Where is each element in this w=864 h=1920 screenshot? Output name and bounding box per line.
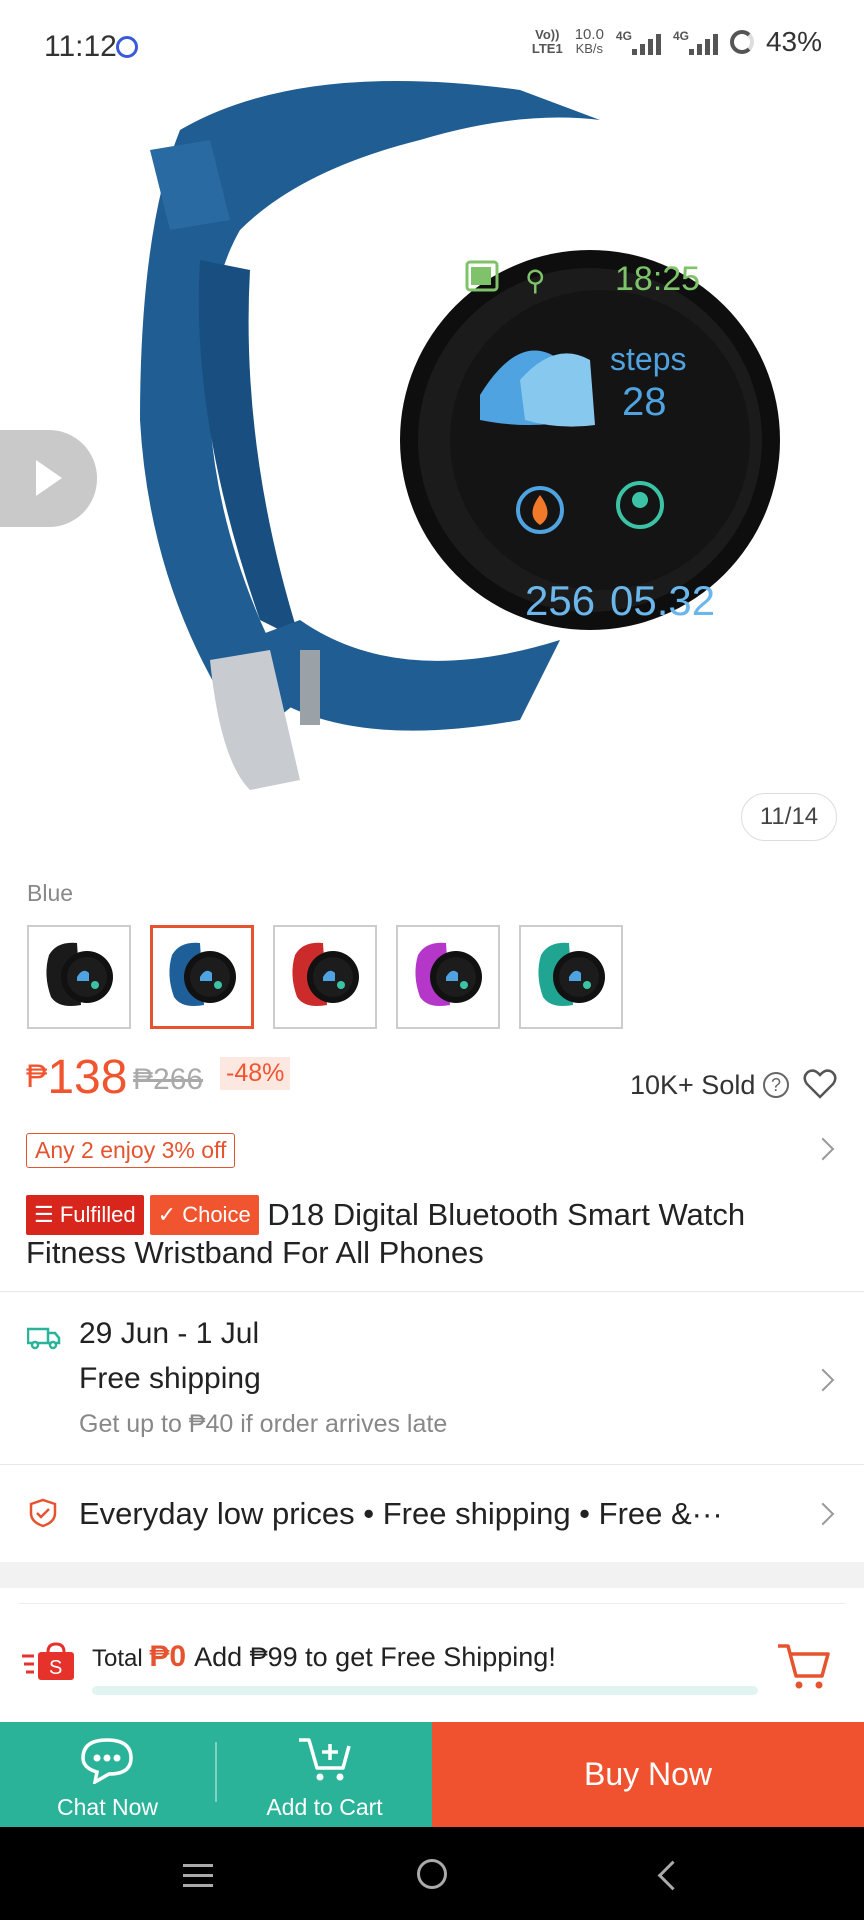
discount-badge: -48% bbox=[220, 1057, 291, 1090]
late-delivery-note: Get up to ₱40 if order arrives late bbox=[79, 1410, 448, 1438]
cart-total: Total ₱0 Add ₱99 to get Free Shipping! bbox=[92, 1640, 556, 1673]
add-to-cart-button[interactable]: Add to Cart bbox=[217, 1722, 432, 1827]
product-image[interactable]: ⚲ 18:25 steps 28 256 05.32 bbox=[0, 60, 864, 850]
image-counter: 11/14 bbox=[741, 793, 837, 841]
guarantee-row[interactable]: Everyday low prices • Free shipping • Fr… bbox=[79, 1496, 809, 1532]
promo-tag[interactable]: Any 2 enjoy 3% off bbox=[26, 1133, 236, 1168]
variant-thumbnail[interactable] bbox=[273, 925, 377, 1029]
guarantee-chevron-icon bbox=[811, 1502, 835, 1526]
shipping-chevron-icon[interactable] bbox=[811, 1368, 835, 1392]
watch-value-2: 05.32 bbox=[610, 577, 715, 624]
sold-count: 10K+ Sold bbox=[630, 1070, 756, 1100]
recent-apps-button[interactable] bbox=[183, 1864, 213, 1887]
status-indicators: Vo)) LTE1 10.0 KB/s 4G 4G 43% bbox=[532, 26, 822, 58]
watch-steps: 28 bbox=[622, 380, 667, 424]
choice-badge: ✓ Choice bbox=[149, 1195, 259, 1235]
watch-thumbnail-icon bbox=[169, 942, 236, 1006]
current-price: ₱138 bbox=[26, 1051, 128, 1104]
home-button[interactable] bbox=[417, 1859, 447, 1889]
watch-thumbnail-icon bbox=[538, 942, 605, 1006]
battery-icon bbox=[729, 30, 754, 54]
delivery-date: 29 Jun - 1 Jul bbox=[79, 1317, 260, 1350]
divider bbox=[18, 1603, 846, 1604]
add-to-cart-label: Add to Cart bbox=[266, 1794, 383, 1820]
svg-text:⚲: ⚲ bbox=[525, 264, 546, 297]
watch-time: 18:25 bbox=[615, 260, 700, 298]
cart-icon[interactable] bbox=[776, 1640, 832, 1692]
free-shipping-label: Free shipping bbox=[79, 1362, 261, 1395]
watch-thumbnail-icon bbox=[415, 942, 482, 1006]
watch-thumbnail-icon bbox=[46, 942, 113, 1006]
watch-value-1: 256 bbox=[525, 577, 595, 624]
variant-thumbnail[interactable] bbox=[27, 925, 131, 1029]
watch-thumbnail-icon bbox=[292, 942, 359, 1006]
original-price: ₱266 bbox=[133, 1063, 204, 1096]
shield-icon bbox=[29, 1498, 57, 1528]
play-icon bbox=[36, 460, 62, 496]
buy-now-button[interactable]: Buy Now bbox=[432, 1722, 864, 1827]
back-button[interactable] bbox=[657, 1860, 688, 1891]
chat-now-button[interactable]: Chat Now bbox=[0, 1722, 215, 1827]
svg-text:S: S bbox=[49, 1657, 62, 1679]
chat-icon bbox=[81, 1738, 133, 1784]
watch-steps-label: steps bbox=[610, 341, 686, 377]
product-title-block: ☰ Fulfilled ✓ Choice D18 Digital Bluetoot… bbox=[26, 1195, 846, 1271]
volte-indicator: Vo)) LTE1 bbox=[531, 27, 563, 56]
section-separator bbox=[0, 1562, 864, 1588]
truck-icon bbox=[27, 1327, 61, 1350]
help-icon[interactable]: ? bbox=[763, 1072, 789, 1098]
promo-chevron-icon bbox=[811, 1137, 835, 1161]
status-time: 11:12 bbox=[44, 30, 117, 63]
free-shipping-progress bbox=[92, 1686, 758, 1695]
divider bbox=[0, 1291, 864, 1292]
wishlist-heart-icon[interactable] bbox=[802, 1066, 838, 1102]
system-nav-bar bbox=[0, 1827, 864, 1920]
variant-thumbnail[interactable] bbox=[396, 925, 500, 1029]
chat-now-label: Chat Now bbox=[57, 1794, 158, 1820]
add-cart-icon bbox=[299, 1738, 351, 1781]
variant-thumbnail[interactable] bbox=[519, 925, 623, 1029]
signal-1-icon: 4G bbox=[616, 29, 661, 55]
signal-2-icon: 4G bbox=[673, 29, 718, 55]
divider bbox=[0, 1464, 864, 1465]
battery-level: 43% bbox=[765, 26, 822, 57]
shopping-bag-icon: S bbox=[22, 1642, 74, 1680]
selected-variant-label: Blue bbox=[27, 880, 74, 906]
network-speed: 10.0 KB/s bbox=[574, 26, 604, 56]
fulfilled-badge: ☰ Fulfilled bbox=[26, 1195, 144, 1235]
variant-thumbnail[interactable] bbox=[150, 925, 254, 1029]
sync-icon bbox=[116, 36, 138, 58]
